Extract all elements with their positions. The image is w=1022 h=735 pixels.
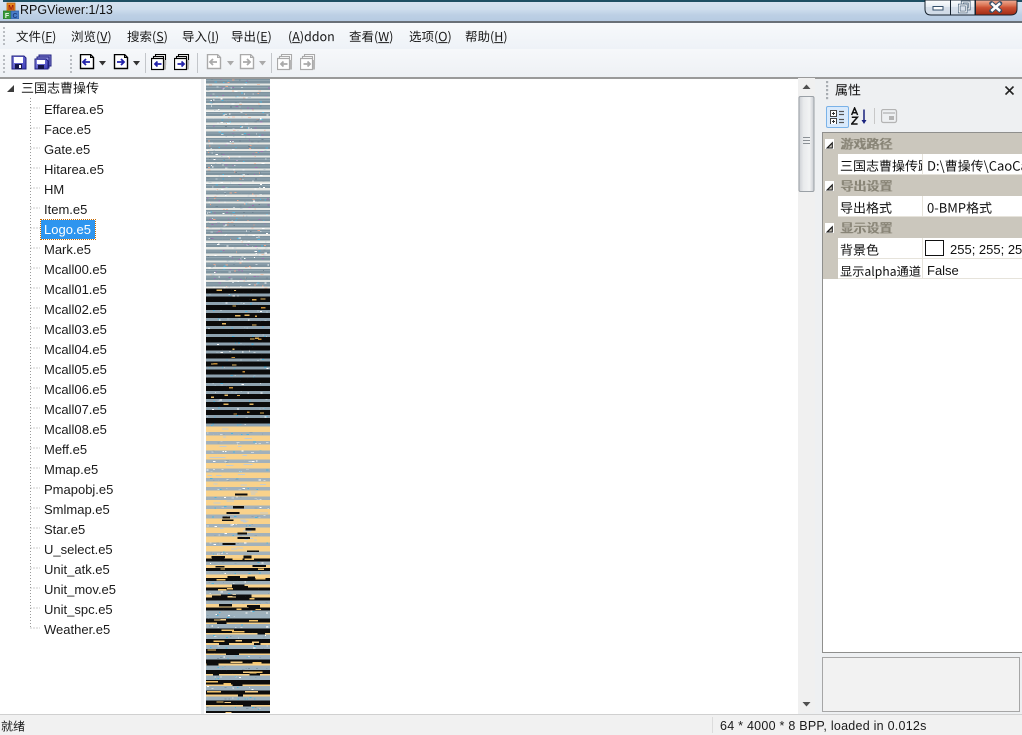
svg-text:F: F xyxy=(5,13,10,19)
svg-text:C: C xyxy=(12,13,17,19)
